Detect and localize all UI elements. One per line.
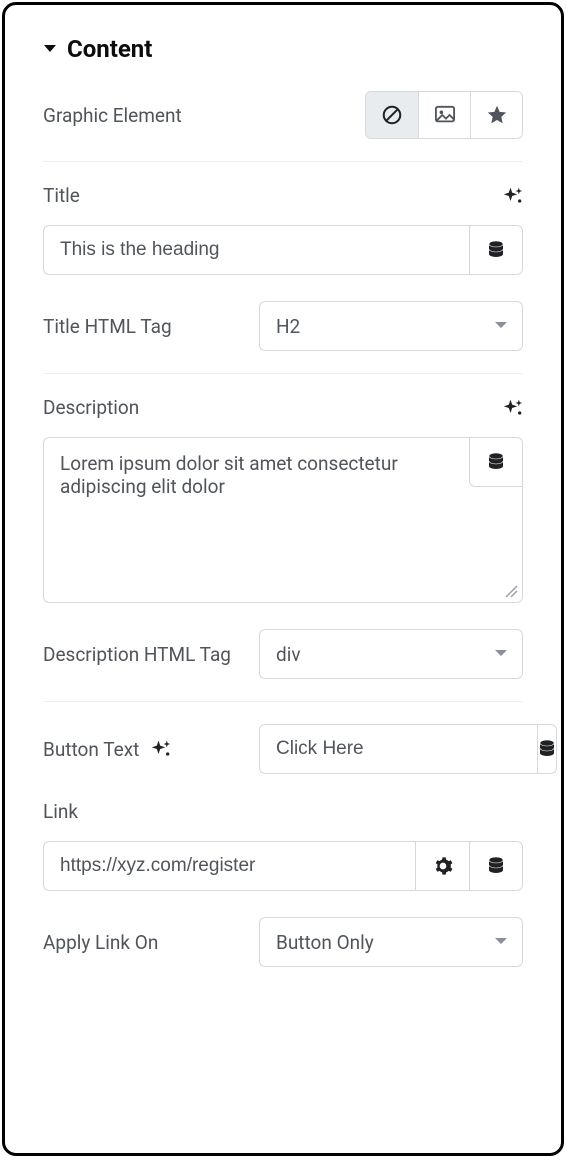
button-text-dynamic-button[interactable] [537, 724, 557, 774]
chevron-down-icon [494, 937, 508, 947]
content-panel: Content Graphic Element [2, 2, 564, 1156]
description-dynamic-button[interactable] [469, 437, 523, 487]
apply-link-on-label: Apply Link On [43, 931, 158, 954]
title-html-tag-row: Title HTML Tag H2 [5, 301, 561, 351]
title-row: Title [5, 184, 561, 207]
title-dynamic-button[interactable] [469, 225, 523, 275]
description-row: Description [5, 396, 561, 419]
database-icon [487, 856, 505, 876]
divider [43, 373, 523, 374]
chevron-down-icon [494, 649, 508, 659]
button-text-input-group [259, 724, 523, 774]
graphic-element-options [365, 91, 523, 139]
graphic-element-label: Graphic Element [43, 104, 182, 127]
apply-link-on-select[interactable]: Button Only [259, 917, 523, 967]
image-icon [434, 105, 456, 125]
description-html-tag-row: Description HTML Tag div [5, 629, 561, 679]
title-html-tag-value: H2 [276, 315, 300, 338]
section-title: Content [67, 35, 152, 63]
sparkle-icon[interactable] [151, 739, 171, 759]
description-textarea[interactable] [44, 438, 522, 598]
title-input[interactable] [43, 225, 469, 275]
section-header[interactable]: Content [5, 29, 561, 91]
apply-link-on-value: Button Only [276, 931, 374, 954]
graphic-option-image[interactable] [418, 92, 470, 138]
link-input-group [43, 841, 523, 891]
divider [43, 701, 523, 702]
sparkle-icon[interactable] [503, 398, 523, 418]
sparkle-icon[interactable] [503, 186, 523, 206]
button-text-label: Button Text [43, 738, 139, 761]
database-icon [487, 452, 505, 472]
description-textarea-group [43, 437, 523, 603]
title-input-group [43, 225, 523, 275]
link-label: Link [43, 800, 78, 823]
graphic-option-icon[interactable] [470, 92, 522, 138]
star-icon [486, 104, 508, 126]
title-html-tag-label: Title HTML Tag [43, 315, 172, 338]
graphic-option-none[interactable] [366, 92, 418, 138]
chevron-down-icon [494, 321, 508, 331]
button-text-row: Button Text [5, 724, 561, 774]
description-html-tag-select[interactable]: div [259, 629, 523, 679]
description-label: Description [43, 396, 139, 419]
link-dynamic-button[interactable] [469, 841, 523, 891]
graphic-element-row: Graphic Element [5, 91, 561, 139]
database-icon [487, 240, 505, 260]
title-label: Title [43, 184, 80, 207]
apply-link-on-row: Apply Link On Button Only [5, 917, 561, 967]
caret-down-icon [43, 44, 57, 54]
link-settings-button[interactable] [415, 841, 469, 891]
description-html-tag-value: div [276, 643, 301, 666]
link-input[interactable] [43, 841, 415, 891]
divider [43, 161, 523, 162]
gear-icon [433, 856, 453, 876]
link-row: Link [5, 800, 561, 823]
button-text-input[interactable] [259, 724, 537, 774]
title-html-tag-select[interactable]: H2 [259, 301, 523, 351]
description-html-tag-label: Description HTML Tag [43, 643, 231, 666]
database-icon [538, 739, 556, 759]
ban-icon [381, 104, 403, 126]
